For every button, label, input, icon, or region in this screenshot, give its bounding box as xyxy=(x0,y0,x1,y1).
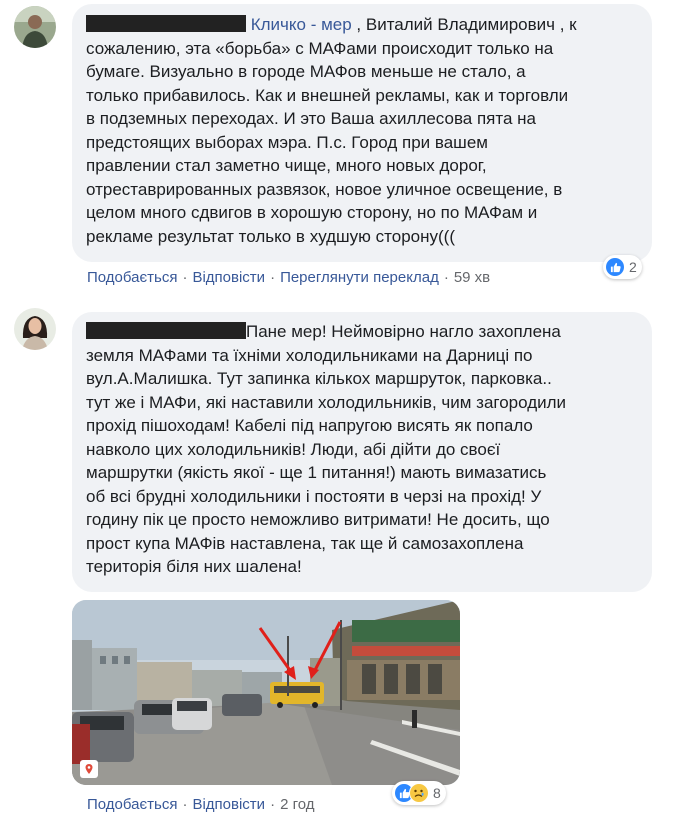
comment-author-2[interactable] xyxy=(86,322,246,341)
comment-actions-1: Подобається · Відповісти · Переглянути перек… xyxy=(87,269,491,286)
street-photo-image xyxy=(72,600,460,785)
avatar-man-icon xyxy=(14,6,56,48)
comment-bubble-2: Пане мер! Неймовірно нагло захоплена зем… xyxy=(72,312,652,592)
map-pin-icon[interactable] xyxy=(80,760,98,778)
comment-bubble-1: Кличко - мер , Виталий Владимирович , к … xyxy=(72,4,652,262)
comment-time-2[interactable]: 2 год xyxy=(280,796,314,813)
comment-text-1: Кличко - мер , Виталий Владимирович , к … xyxy=(86,15,577,246)
comment-actions-2: Подобається · Відповісти · 2 год xyxy=(87,796,315,813)
sad-icon xyxy=(409,783,429,803)
attached-street-photo[interactable] xyxy=(72,600,460,785)
redacted-name-2 xyxy=(86,322,246,339)
avatar-commenter-1[interactable] xyxy=(14,6,56,48)
see-translation-link[interactable]: Переглянути переклад xyxy=(280,269,439,286)
like-button-2[interactable]: Подобається xyxy=(87,796,177,813)
mention-link[interactable]: Кличко - мер xyxy=(251,15,352,34)
like-icon xyxy=(605,257,625,277)
avatar-commenter-2[interactable] xyxy=(14,308,56,350)
reply-button-1[interactable]: Відповісти xyxy=(192,269,265,286)
comment-author-1[interactable] xyxy=(86,15,246,34)
avatar-woman-icon xyxy=(14,308,56,350)
comment-text-2: Пане мер! Неймовірно нагло захоплена зем… xyxy=(86,322,567,576)
reaction-summary-1[interactable]: 2 xyxy=(603,255,642,279)
reaction-count-1: 2 xyxy=(629,259,637,275)
reply-button-2[interactable]: Відповісти xyxy=(192,796,265,813)
comment-time-1[interactable]: 59 хв xyxy=(454,269,490,286)
reaction-count-2: 8 xyxy=(433,785,441,801)
reaction-summary-2[interactable]: 8 xyxy=(392,781,446,805)
like-button-1[interactable]: Подобається xyxy=(87,269,177,286)
redacted-name-1 xyxy=(86,15,246,32)
